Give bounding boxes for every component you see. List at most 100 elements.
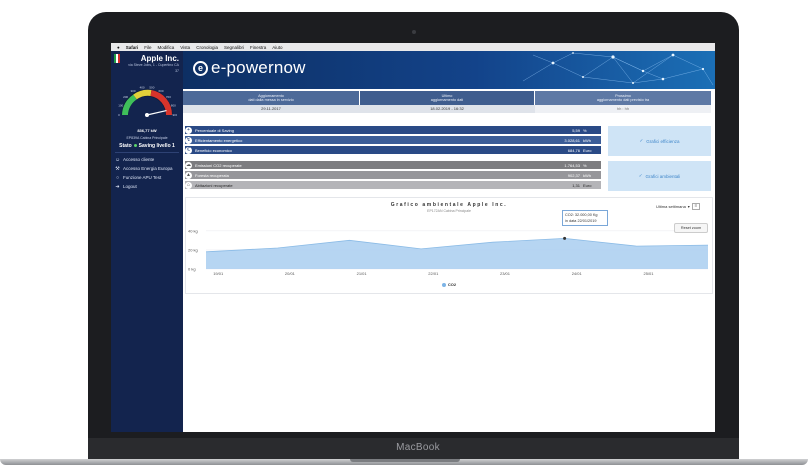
update-subhead: dati dalla messa in servizio (248, 98, 294, 102)
logo-e-icon: e (193, 60, 208, 76)
metric-unit: Euro (583, 147, 592, 153)
x-tick-label: 24/01 (572, 271, 583, 276)
gauge-tick-label: 400 (140, 85, 145, 89)
company-address: via Steve Jobs, 1 - Cupertino CA (128, 63, 179, 67)
house-icon: ⌂ (185, 181, 192, 189)
sidebar-item-label: Accesso cliente (123, 157, 155, 162)
sidebar-nav: ☺ Accesso cliente ⚒ Accesso Energia Euro… (115, 155, 181, 191)
gauge-needle (146, 110, 167, 116)
menubar: ● Safari File Modifica Vista Cronologia … (111, 43, 715, 51)
logo[interactable]: e e-powernow (193, 58, 306, 78)
menu-item-aiuto[interactable]: Aiuto (272, 45, 282, 50)
environmental-metrics: ☁ Emissioni CO2 recuperate 1.764,53 % ▲ … (185, 161, 601, 191)
update-value: 18.02.2019 - 16:32 (359, 105, 535, 113)
metric-value: 684,76 (567, 147, 580, 153)
range-selector[interactable]: Ultima settimana ▾ ☰ (656, 203, 700, 210)
camera (412, 30, 416, 34)
environmental-charts-label: Grafici ambientali (645, 173, 681, 179)
header-banner: e e-powernow (183, 51, 715, 89)
metric-unit: % (583, 127, 587, 133)
sidebar-item-accesso-energia[interactable]: ⚒ Accesso Energia Europa (115, 164, 181, 173)
x-tick-label: 23/01 (500, 271, 511, 276)
environmental-chart: 0 kg 20 kg 40 kg 19/01 20/01 21/01 22/01 23/01 2… (185, 197, 713, 294)
tooltip-line-date: in data 22/01/2019 (565, 219, 597, 223)
reset-zoom-button[interactable]: Reset zoom (674, 223, 708, 233)
x-tick-label: 22/01 (428, 271, 439, 276)
y-tick-label: 20 kg (188, 247, 198, 252)
update-subhead: aggiornamento dati (430, 98, 464, 102)
metric-value: 1,31 (572, 182, 580, 188)
circle-icon: ○ (115, 174, 120, 181)
gauge-tick-label: 200 (123, 95, 128, 99)
metric-value: 3.028,61 (564, 137, 580, 143)
power-gauge: 0 100200300 400 500 600700800 900 (118, 85, 177, 117)
menu-item-file[interactable]: File (144, 45, 151, 50)
menu-item-modifica[interactable]: Modifica (158, 45, 175, 50)
metric-row-abitazioni: ⌂ Abitazioni recuperate 1,31 Euro (185, 181, 601, 189)
legend-swatch (441, 282, 446, 287)
metric-unit: kWh (583, 172, 591, 178)
y-tick-label: 0 kg (188, 267, 196, 272)
chart-subtitle: EP172AN Cabina Principale (427, 209, 471, 213)
efficiency-metrics: + Percentuale di Saving 5,59 % ↯ Efficie… (185, 126, 601, 156)
hamburger-menu-icon[interactable]: ☰ (691, 203, 700, 210)
status-value: Saving livello 1 (138, 143, 175, 149)
metric-label: Foresta recuperata (195, 172, 229, 178)
highlight-point (563, 236, 567, 240)
apple-menu-icon[interactable]: ● (117, 45, 120, 50)
wrench-icon: ⚒ (115, 165, 120, 172)
sidebar-item-funzione-apu[interactable]: ○ Funzione APU Test (115, 173, 181, 182)
update-subhead: aggiornamento dati previsto tra (596, 98, 650, 102)
cabin-label: EP839A Cabina Principale (126, 136, 168, 140)
metric-label: Abitazioni recuperate (195, 182, 233, 188)
chart-tooltip: CO2: 32.000,00 Kg in data 22/01/2019 (562, 210, 608, 226)
x-tick-label: 21/01 (357, 271, 368, 276)
update-value: hh : hh (535, 105, 711, 113)
legend-label: CO2 (447, 282, 457, 287)
menu-item-finestra[interactable]: Finestra (250, 45, 266, 50)
bolt-icon: ↯ (185, 136, 192, 144)
cloud-icon: ☁ (185, 161, 192, 169)
metric-row-saving: + Percentuale di Saving 5,59 % (185, 126, 601, 134)
logo-text: e-powernow (211, 58, 306, 77)
menu-item-cronologia[interactable]: Cronologia (196, 45, 218, 50)
chart-legend[interactable]: CO2 (186, 282, 712, 287)
power-value: 836,77 kW (137, 128, 157, 133)
gauge-tick-label: 600 (158, 89, 163, 93)
gauge-tick-label: 300 (130, 89, 135, 93)
laptop-notch (350, 459, 460, 462)
status-dot-icon (133, 144, 137, 148)
chart-title: Grafico ambientale Apple Inc. (390, 202, 508, 208)
metric-row-foresta: ▲ Foresta recuperata 902,37 kWh (185, 171, 601, 179)
metric-unit: Euro (583, 182, 592, 188)
update-cell-next: Prossimo aggiornamento dati previsto tra … (535, 91, 711, 113)
efficiency-charts-button[interactable]: ✓ Grafici efficienza (608, 126, 711, 156)
device-brand: MacBook (396, 442, 440, 453)
tree-icon: ▲ (185, 171, 192, 179)
sidebar-item-logout[interactable]: ➜ Logout (115, 182, 181, 191)
menu-item-vista[interactable]: Vista (180, 45, 190, 50)
gauge-tick-label: 100 (118, 103, 123, 107)
metric-label: Emissioni CO2 recuperate (195, 162, 242, 168)
sidebar-divider (115, 152, 179, 153)
environmental-charts-button[interactable]: ✓ Grafici ambientali (608, 161, 711, 191)
metric-value: 5,59 (572, 127, 580, 133)
menu-item-safari[interactable]: Safari (126, 45, 139, 50)
screen: ● Safari File Modifica Vista Cronologia … (111, 43, 715, 432)
sidebar-item-accesso-cliente[interactable]: ☺ Accesso cliente (115, 155, 181, 164)
gauge-tick-label: 700 (166, 95, 171, 99)
company-code: 37 (175, 69, 179, 73)
x-tick-label: 25/01 (644, 271, 655, 276)
menu-item-segnalibri[interactable]: Segnalibri (224, 45, 244, 50)
euro-icon: € (185, 146, 192, 154)
x-tick-label: 19/01 (213, 271, 224, 276)
gauge-tick-label: 900 (172, 113, 177, 117)
y-tick-label: 40 kg (188, 228, 198, 233)
co2-area (206, 238, 708, 269)
sidebar-item-label: Accesso Energia Europa (123, 166, 173, 171)
metric-row-efficientamento: ↯ Efficientamento energetico 3.028,61 kW… (185, 136, 601, 144)
network-pattern-icon (522, 52, 714, 86)
sidebar-item-label: Funzione APU Test (123, 175, 162, 180)
update-value: 29.11.2017 (183, 105, 359, 113)
chevron-down-icon: ▾ (687, 204, 690, 209)
